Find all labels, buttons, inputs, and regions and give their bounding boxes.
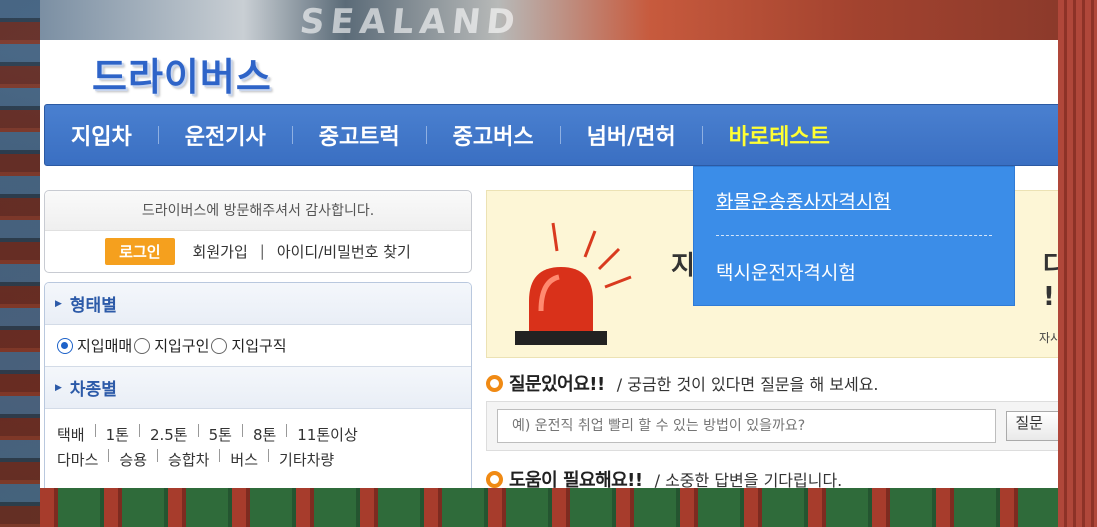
ask-subtitle: / 궁금한 것이 있다면 질문을 해 보세요. <box>616 375 879 394</box>
vehicle-type-item[interactable]: 다마스 <box>57 448 98 473</box>
separator <box>241 424 243 437</box>
login-panel: 드라이버스에 방문해주셔서 감사합니다. 로그인 회원가입 | 아이디/비밀번호… <box>44 190 472 273</box>
vehicle-type-item[interactable]: 버스 <box>230 448 258 473</box>
help-subtitle: / 소중한 답변을 기다립니다. <box>654 471 843 488</box>
help-section-title: 도움이 필요해요!! / 소중한 답변을 기다립니다. <box>486 466 842 488</box>
nav-item-used-bus[interactable]: 중고버스 <box>427 119 561 151</box>
help-title: 도움이 필요해요!! <box>509 470 643 488</box>
nav-label: 중고버스 <box>452 125 534 150</box>
vehicle-type-item[interactable]: 5톤 <box>209 423 232 448</box>
radio-label[interactable]: 지입구인 <box>154 335 209 356</box>
vehicle-type-item[interactable]: 택배 <box>57 423 85 448</box>
type-radio-group: 지입매매 지입구인 지입구직 <box>45 325 471 367</box>
vehicle-type-row: 택배 1톤 2.5톤 5톤 8톤 11톤이상 <box>57 423 459 448</box>
separator <box>157 449 159 462</box>
find-account-link[interactable]: 아이디/비밀번호 찾기 <box>277 241 411 262</box>
nav-label: 중고트럭 <box>318 125 400 150</box>
vehicle-type-row: 다마스 승용 승합차 버스 기타차량 <box>57 448 459 473</box>
banner-heading-left: 지 <box>671 251 695 281</box>
vehicle-type-item[interactable]: 기타차량 <box>279 448 334 473</box>
main-nav: 지입차 운전기사 중고트럭 중고버스 넘버/면허 바로테스트 <box>44 104 1058 166</box>
vehicle-type-item[interactable]: 승합차 <box>168 448 209 473</box>
background-container-left <box>0 0 40 527</box>
nav-label: 바로테스트 <box>728 125 830 150</box>
signup-link[interactable]: 회원가입 <box>193 241 248 262</box>
separator <box>197 424 199 437</box>
dropdown-item-taxi-exam[interactable]: 택시운전자격시험 <box>716 258 992 285</box>
radio-label[interactable]: 지입구직 <box>231 335 286 356</box>
welcome-text: 드라이버스에 방문해주셔서 감사합니다. <box>45 191 471 231</box>
vehicle-type-item[interactable]: 8톤 <box>253 423 276 448</box>
separator <box>286 424 288 437</box>
vehicle-type-item[interactable]: 승용 <box>119 448 147 473</box>
background-container-right <box>1058 0 1097 527</box>
nav-item-used-truck[interactable]: 중고트럭 <box>293 119 427 151</box>
question-form: 질문 <box>486 401 1058 451</box>
triangle-right-icon: ▶ <box>55 298 62 309</box>
radio-jiip-trade[interactable] <box>57 337 73 354</box>
background-container-top <box>40 0 1058 40</box>
nav-label: 넘버/면허 <box>586 125 676 150</box>
dropdown-item-freight-exam[interactable]: 화물운송종사자격시험 <box>716 187 992 214</box>
banner-heading-right: 다 ! <box>1043 251 1058 312</box>
filter-vehicle-title: 차종별 <box>69 380 117 400</box>
nav-item-baro-test[interactable]: 바로테스트 <box>703 119 830 151</box>
alarm-siren-icon <box>515 222 632 345</box>
filter-type-title: 형태별 <box>69 296 117 316</box>
question-submit-button[interactable]: 질문 <box>1006 411 1058 441</box>
vehicle-type-item[interactable]: 2.5톤 <box>150 423 188 448</box>
separator <box>94 424 96 437</box>
radio-jiip-seek[interactable] <box>211 337 228 354</box>
orange-ring-icon <box>486 374 503 392</box>
login-button[interactable]: 로그인 <box>105 237 175 265</box>
ask-section-title: 질문있어요!! / 궁금한 것이 있다면 질문을 해 보세요. <box>486 370 879 396</box>
triangle-right-icon: ▶ <box>55 382 62 393</box>
separator <box>138 424 140 437</box>
page-content: 드라이버스 지입차 운전기사 중고트럭 중고버스 넘버/면허 바로테스트 드라이… <box>40 40 1058 488</box>
background-container-text: SEALAND <box>297 2 523 42</box>
orange-ring-icon <box>486 470 503 488</box>
dropdown-divider <box>716 235 992 236</box>
nav-label: 지입차 <box>71 125 132 150</box>
separator <box>108 449 110 462</box>
nav-item-jiipcha[interactable]: 지입차 <box>45 119 159 151</box>
filter-vehicle-header[interactable]: ▶ 차종별 <box>45 367 471 409</box>
site-logo[interactable]: 드라이버스 <box>92 46 272 101</box>
ask-title: 질문있어요!! <box>509 374 605 395</box>
separator <box>268 449 270 462</box>
radio-label[interactable]: 지입매매 <box>77 335 132 356</box>
background-container-bottom <box>40 488 1058 527</box>
login-actions: 로그인 회원가입 | 아이디/비밀번호 찾기 <box>45 231 471 271</box>
radio-jiip-hire[interactable] <box>134 337 151 354</box>
separator <box>219 449 221 462</box>
question-input[interactable] <box>497 409 997 443</box>
vehicle-type-item[interactable]: 11톤이상 <box>297 423 358 448</box>
vehicle-type-item[interactable]: 1톤 <box>106 423 129 448</box>
separator: | <box>259 242 265 260</box>
baro-test-dropdown: 화물운송종사자격시험 택시운전자격시험 <box>693 166 1015 306</box>
nav-item-driver[interactable]: 운전기사 <box>159 119 293 151</box>
filter-type-header[interactable]: ▶ 형태별 <box>45 283 471 325</box>
nav-item-number-license[interactable]: 넘버/면허 <box>561 119 703 151</box>
filter-panel: ▶ 형태별 지입매매 지입구인 지입구직 ▶ 차종별 택배 1톤 2.5톤 5톤… <box>44 282 472 488</box>
vehicle-type-list: 택배 1톤 2.5톤 5톤 8톤 11톤이상 다마스 승용 승합차 버스 기타차… <box>45 409 471 473</box>
banner-subtext: 자시 <box>1039 331 1058 345</box>
nav-label: 운전기사 <box>184 125 266 150</box>
